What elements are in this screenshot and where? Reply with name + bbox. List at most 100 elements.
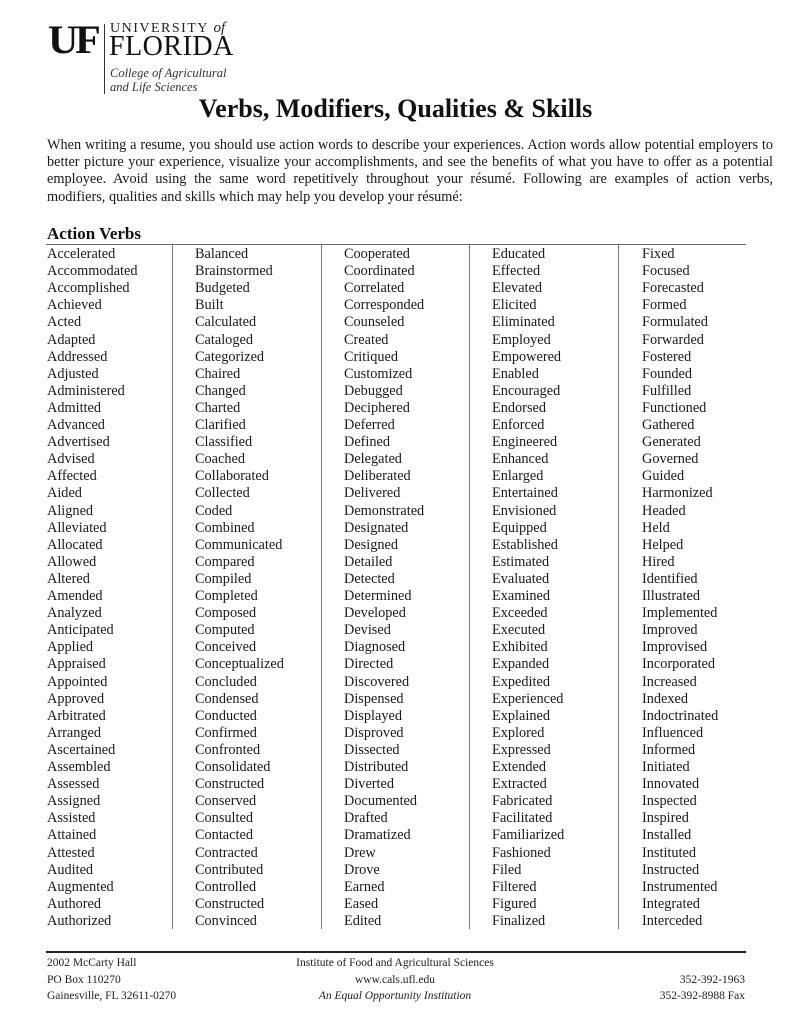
verb-item: Chaired: [195, 365, 241, 382]
verb-item: Adapted: [47, 331, 96, 348]
verb-item: Contributed: [195, 861, 264, 878]
footer-website-link[interactable]: www.cals.ufl.edu: [250, 972, 540, 989]
verb-item: Accommodated: [47, 263, 138, 280]
footer-rule: [46, 951, 746, 953]
verb-item: Effected: [492, 263, 541, 280]
verb-item: Influenced: [642, 724, 704, 741]
page-title: Verbs, Modifiers, Qualities & Skills: [198, 94, 593, 123]
verb-item: Fabricated: [492, 793, 553, 810]
footer-address-line: PO Box 110270: [47, 973, 121, 986]
verb-item: Informed: [642, 741, 696, 758]
verb-item: Directed: [344, 656, 394, 673]
footer-institute-name: Institute of Food and Agricultural Scien…: [296, 957, 494, 969]
verb-item: Expressed: [492, 741, 551, 758]
verb-item: Executed: [492, 622, 546, 639]
verb-item: Gathered: [642, 417, 695, 433]
verb-item: Generated: [642, 434, 701, 451]
verb-item: Distributed: [344, 759, 409, 775]
verb-item: Governed: [642, 451, 699, 468]
action-verbs-table: Accelerated Accommodated Accomplished Achie…: [46, 245, 746, 929]
verb-item: Devised: [344, 622, 391, 639]
verb-item: Examined: [492, 588, 550, 604]
verb-item: Edited: [344, 912, 382, 929]
verb-item: Fulfilled: [642, 382, 692, 399]
verb-item: Envisioned: [492, 502, 557, 519]
verb-item: Confirmed: [195, 724, 257, 741]
verb-item: Categorized: [195, 348, 265, 365]
verb-item: Delivered: [344, 485, 401, 502]
verb-item: Founded: [642, 365, 693, 382]
verb-item: Fostered: [642, 348, 692, 365]
footer-contact-line: [660, 955, 745, 972]
verb-item: Balanced: [195, 246, 249, 262]
footer-institute: Institute of Food and Agricultural Scien…: [250, 955, 540, 1005]
verb-item: Anticipated: [47, 622, 114, 639]
footer-phone: 352-392-1963: [679, 973, 745, 986]
verb-item: Headed: [642, 502, 686, 519]
verb-item: Constructed: [195, 776, 265, 793]
verb-item: Allocated: [47, 536, 103, 553]
verb-item: Contacted: [195, 827, 253, 844]
verb-item: Facilitated: [492, 810, 553, 827]
verb-item: Altered: [47, 570, 90, 587]
verb-item: Collected: [195, 485, 250, 502]
verb-item: Assigned: [47, 793, 101, 810]
verb-item: Accomplished: [47, 280, 130, 297]
verb-item: Expedited: [492, 673, 550, 690]
verb-column: Cooperated Coordinated Correlated Correspon…: [321, 245, 470, 929]
verb-item: Enhanced: [492, 451, 549, 468]
verb-item: Assembled: [47, 759, 111, 775]
verb-item: Arbitrated: [47, 707, 106, 724]
verb-item: Hired: [642, 553, 675, 570]
verb-item: Eased: [344, 895, 379, 912]
verb-item: Improved: [642, 622, 698, 639]
verb-item: Appraised: [47, 656, 106, 673]
verb-column: Balanced Brainstormed Budgeted Built Calcula…: [172, 245, 322, 929]
verb-item: Diverted: [344, 776, 395, 793]
verb-item: Deciphered: [344, 399, 410, 416]
verb-item: Aligned: [47, 502, 94, 519]
verb-item: Brainstormed: [195, 263, 273, 280]
verb-item: Held: [642, 519, 670, 536]
verb-item: Forecasted: [642, 280, 704, 297]
verb-item: Discovered: [344, 673, 410, 690]
verb-item: Coached: [195, 451, 246, 468]
verb-column: Accelerated Accommodated Accomplished Achie…: [46, 245, 173, 929]
verb-item: Encouraged: [492, 382, 561, 399]
verb-item: Created: [344, 331, 389, 348]
verb-item: Interceded: [642, 912, 703, 929]
verb-item: Determined: [344, 588, 412, 604]
verb-item: Guided: [642, 468, 685, 485]
footer-contact: 352-392-1963 352-392-8988 Fax: [660, 955, 745, 1005]
verb-item: Adjusted: [47, 365, 99, 382]
verb-item: Functioned: [642, 399, 707, 416]
verb-item: Filed: [492, 861, 522, 878]
verb-item: Fixed: [642, 246, 675, 262]
verb-item: Advised: [47, 451, 95, 468]
verb-item: Communicated: [195, 536, 283, 553]
verb-item: Disproved: [344, 724, 404, 741]
verb-item: Affected: [47, 468, 97, 485]
verb-item: Budgeted: [195, 280, 250, 297]
footer-equal-opportunity: An Equal Opportunity Institution: [318, 990, 472, 1002]
verb-item: Amended: [47, 588, 103, 604]
verb-item: Ascertained: [47, 741, 116, 758]
verb-item: Empowered: [492, 348, 562, 365]
verb-item: Installed: [642, 827, 692, 844]
verb-item: Charted: [195, 399, 241, 416]
verb-item: Controlled: [195, 878, 257, 895]
verb-item: Conceived: [195, 639, 257, 656]
verb-item: Aided: [47, 485, 82, 502]
verb-item: Authorized: [47, 912, 112, 929]
verb-item: Enabled: [492, 365, 539, 382]
verb-item: Augmented: [47, 878, 114, 895]
verb-item: Confronted: [195, 741, 261, 758]
logo-divider: [104, 24, 105, 94]
verb-item: Harmonized: [642, 485, 713, 502]
logo-florida: FLORIDA: [109, 31, 234, 62]
verb-item: Familiarized: [492, 827, 565, 844]
verb-item: Collaborated: [195, 468, 269, 485]
verb-item: Extracted: [492, 776, 547, 793]
verb-item: Innovated: [642, 776, 700, 793]
verb-item: Drove: [344, 861, 380, 878]
